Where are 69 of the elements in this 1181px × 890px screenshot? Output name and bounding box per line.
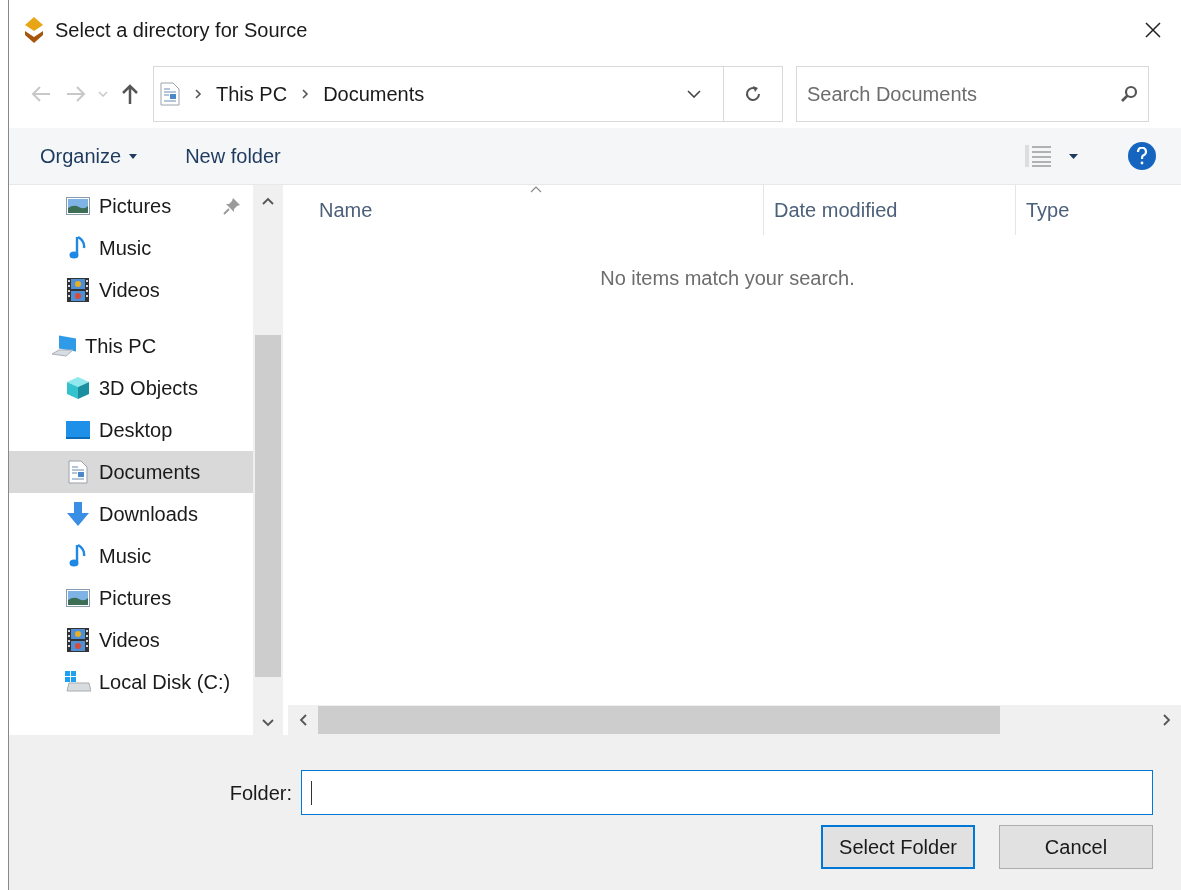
scrollbar-thumb[interactable] [318, 706, 1000, 734]
pictures-icon [66, 589, 90, 607]
music-note-icon [69, 544, 87, 568]
empty-message: No items match your search. [600, 266, 855, 291]
folder-label: Folder: [229, 780, 292, 806]
dialog-button[interactable]: Cancel [999, 825, 1153, 869]
nav-item[interactable]: This PC [9, 325, 253, 367]
down-arrow-icon [67, 502, 89, 526]
chevron-down-icon [98, 91, 108, 97]
computer-icon [51, 334, 77, 358]
drive-icon [65, 671, 91, 693]
nav-item[interactable]: Music [9, 227, 253, 269]
search-input[interactable]: Search Documents [807, 79, 1120, 109]
dialog-button[interactable]: Select Folder [821, 825, 975, 869]
nav-item[interactable]: Videos [9, 269, 253, 311]
scroll-up-icon[interactable] [262, 197, 274, 205]
question-mark-icon [1136, 147, 1148, 165]
nav-item[interactable]: Music [9, 535, 253, 577]
nav-item[interactable]: Local Disk (C:) [9, 661, 253, 703]
sort-ascending-icon [530, 186, 542, 193]
back-arrow-icon [31, 86, 51, 102]
vertical-scrollbar[interactable] [253, 185, 283, 735]
folder-input[interactable] [301, 770, 1153, 815]
forward-arrow-icon [66, 86, 86, 102]
scroll-left-icon[interactable] [299, 714, 307, 726]
search-icon [1120, 85, 1138, 103]
scroll-down-icon[interactable] [262, 719, 274, 727]
nav-item[interactable]: Desktop [9, 409, 253, 451]
cube-icon [66, 376, 90, 400]
film-strip-icon [67, 278, 89, 302]
app-logo-icon [23, 17, 45, 43]
nav-item[interactable]: Pictures [9, 577, 253, 619]
window-title: Select a directory for Source [55, 18, 308, 43]
close-icon [1145, 22, 1161, 38]
pin-icon[interactable] [223, 197, 241, 215]
chevron-right-icon [194, 88, 202, 100]
scroll-right-icon[interactable] [1163, 714, 1171, 726]
pictures-icon [66, 197, 90, 215]
column-header[interactable]: Type [1016, 185, 1181, 235]
scrollbar-thumb[interactable] [255, 335, 281, 677]
up-arrow-icon [122, 84, 138, 104]
organize-menu-button[interactable]: Organize [40, 141, 138, 171]
view-options-button[interactable] [1025, 144, 1078, 168]
horizontal-scrollbar[interactable] [288, 705, 1181, 735]
desktop-icon [66, 421, 90, 439]
chevron-down-icon[interactable] [687, 90, 701, 98]
nav-item[interactable]: 3D Objects [9, 367, 253, 409]
search-field[interactable]: Search Documents [796, 66, 1149, 122]
close-button[interactable] [1143, 20, 1163, 40]
chevron-right-icon [301, 88, 310, 100]
nav-item[interactable]: Documents [9, 451, 253, 493]
document-icon [68, 460, 88, 484]
column-header[interactable]: Date modified [764, 185, 1016, 235]
nav-item[interactable]: Downloads [9, 493, 253, 535]
breadcrumb-link[interactable]: Documents [323, 79, 425, 109]
breadcrumb-link[interactable]: This PC [216, 79, 288, 109]
nav-item[interactable]: Pictures [9, 185, 253, 227]
caret-icon [129, 153, 138, 159]
film-strip-icon [67, 628, 89, 652]
column-header[interactable]: Name [288, 185, 764, 235]
music-note-icon [69, 236, 87, 260]
document-icon [160, 82, 180, 106]
nav-item[interactable]: Videos [9, 619, 253, 661]
refresh-icon [744, 85, 762, 103]
details-view-icon [1025, 144, 1051, 168]
toolbar-button[interactable]: New folder [185, 141, 281, 171]
address-bar[interactable]: This PC Documents [153, 66, 783, 122]
help-button[interactable] [1128, 142, 1156, 170]
caret-icon [1069, 153, 1078, 159]
